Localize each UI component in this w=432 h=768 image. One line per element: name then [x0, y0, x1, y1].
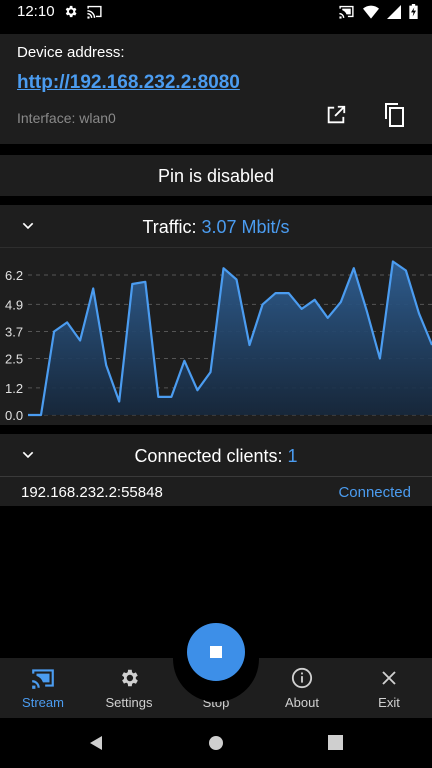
copy-icon — [383, 102, 405, 132]
nav-exit[interactable]: Exit — [346, 658, 432, 718]
status-time: 12:10 — [17, 3, 55, 20]
info-icon — [291, 667, 313, 694]
pin-status-card: Pin is disabled — [0, 155, 432, 196]
cast-icon — [86, 4, 103, 24]
status-bar: 12:10 — [0, 0, 432, 24]
traffic-area — [28, 261, 432, 415]
system-navigation-bar — [0, 718, 432, 768]
y-tick-label: 6.2 — [5, 268, 23, 283]
cast-icon — [30, 667, 56, 694]
clients-card: Connected clients: 1 192.168.232.2:55848… — [0, 434, 432, 506]
traffic-card: Traffic: 3.07 Mbit/s 6.2 4.9 3.7 2.5 1.2 0.0 — [0, 205, 432, 425]
close-icon — [380, 669, 398, 692]
pin-status-text: Pin is disabled — [157, 166, 275, 186]
clients-header[interactable]: Connected clients: 1 — [0, 434, 432, 477]
back-icon[interactable] — [88, 735, 104, 756]
client-status: Connected — [338, 484, 411, 501]
copy-address-button[interactable] — [379, 102, 409, 132]
gear-icon — [118, 667, 140, 694]
client-address: 192.168.232.2:55848 — [21, 484, 163, 501]
nav-exit-label: Exit — [378, 695, 400, 710]
y-tick-label: 1.2 — [5, 381, 23, 396]
signal-icon — [387, 4, 401, 24]
y-tick-label: 4.9 — [5, 297, 23, 312]
nav-stream[interactable]: Stream — [0, 658, 86, 718]
traffic-value: 3.07 Mbit/s — [201, 217, 290, 237]
recents-icon[interactable] — [328, 735, 343, 755]
open-in-browser-button[interactable] — [321, 102, 351, 132]
nav-stream-label: Stream — [22, 695, 64, 710]
open-external-icon — [325, 104, 347, 131]
traffic-chart-svg: 6.2 4.9 3.7 2.5 1.2 0.0 — [5, 260, 432, 423]
device-url-link[interactable]: http://192.168.232.2:8080 — [17, 72, 240, 94]
traffic-title: Traffic: 3.07 Mbit/s — [0, 217, 432, 238]
home-icon[interactable] — [208, 735, 224, 756]
client-row: 192.168.232.2:55848 Connected — [0, 476, 432, 506]
traffic-header[interactable]: Traffic: 3.07 Mbit/s — [0, 205, 432, 247]
clients-count: 1 — [287, 446, 298, 466]
y-tick-label: 2.5 — [5, 352, 23, 367]
stop-stream-button[interactable] — [187, 623, 245, 681]
traffic-chart: 6.2 4.9 3.7 2.5 1.2 0.0 — [0, 247, 432, 426]
device-address-label: Device address: — [17, 44, 125, 61]
cast-connected-icon — [338, 4, 355, 24]
y-tick-label: 3.7 — [5, 324, 23, 339]
device-address-card: Device address: http://192.168.232.2:808… — [0, 34, 432, 144]
nav-settings[interactable]: Settings — [86, 658, 172, 718]
clients-title: Connected clients: 1 — [0, 446, 432, 467]
clients-label: Connected clients: — [134, 446, 283, 466]
nav-about-label: About — [285, 695, 319, 710]
y-tick-label: 0.0 — [5, 408, 23, 423]
wifi-icon — [363, 5, 379, 24]
gear-icon — [63, 4, 78, 24]
nav-settings-label: Settings — [105, 695, 153, 710]
interface-label: Interface: wlan0 — [17, 110, 116, 126]
traffic-label: Traffic: — [142, 217, 197, 237]
battery-icon — [409, 4, 418, 24]
stop-icon — [210, 646, 222, 658]
nav-about[interactable]: About — [259, 658, 345, 718]
